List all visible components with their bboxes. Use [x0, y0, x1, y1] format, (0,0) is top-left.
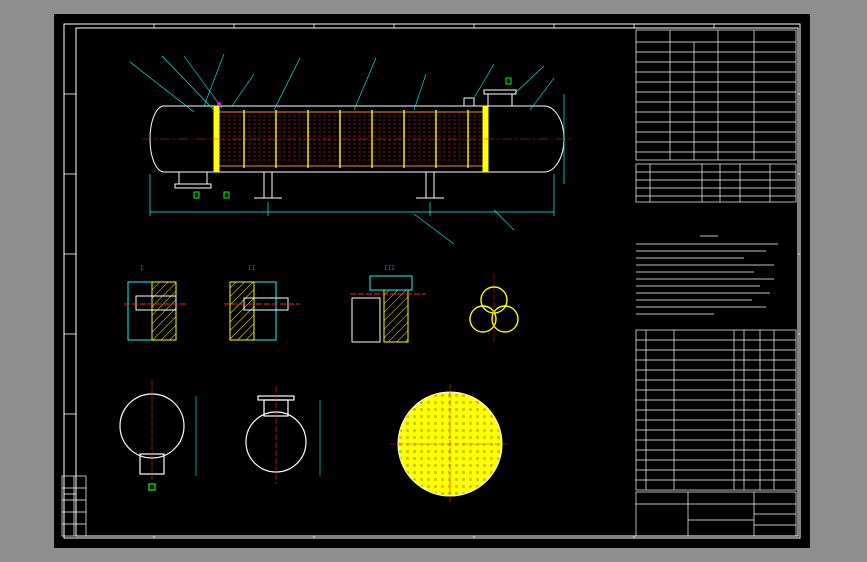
saddle-left: [263, 171, 273, 199]
end-view-middle: [245, 386, 321, 484]
saddle-right: [425, 171, 435, 199]
detail-view-1: I: [124, 265, 186, 341]
tech-requirements: [636, 235, 778, 315]
svg-text:II: II: [248, 265, 256, 272]
part-leaders: [129, 53, 555, 245]
nozzle-top-left: [463, 97, 475, 107]
heat-exchanger-drawing: I II III: [61, 23, 801, 539]
revision-box: [61, 475, 87, 537]
cad-viewport[interactable]: I II III: [54, 14, 810, 548]
tubesheet-view: [390, 384, 510, 504]
parts-list: [635, 329, 797, 491]
detail-view-tube-pattern: [469, 274, 519, 344]
detail-view-2: II: [224, 265, 300, 341]
tube-lines: [218, 115, 484, 161]
detail-view-3: III: [350, 265, 426, 343]
nozzle-bottom-left: [178, 171, 208, 185]
spec-table: [635, 29, 797, 161]
svg-text:III: III: [384, 265, 395, 272]
vessel-elevation: [129, 53, 574, 245]
nozzle-table: [635, 163, 797, 203]
end-view-left: [119, 380, 197, 491]
svg-text:I: I: [140, 265, 144, 272]
nozzle-top-right: [487, 93, 513, 107]
title-block: [635, 491, 797, 537]
